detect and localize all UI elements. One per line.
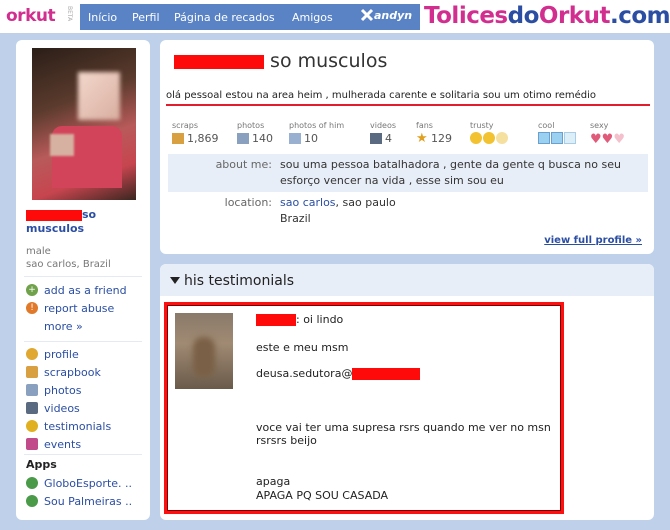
nav-amigos[interactable]: Amigos <box>292 11 333 24</box>
app-icon <box>26 477 38 489</box>
sidebar-item-events[interactable]: events <box>26 435 146 453</box>
profile-stats: scraps 1,869 photos 140 photos of him 10… <box>172 121 642 149</box>
add-friend-icon: + <box>26 284 38 296</box>
testimonial-email: deusa.sedutora@ <box>256 367 566 380</box>
smiley-icon <box>470 132 508 144</box>
photos-of-him-icon <box>289 133 301 144</box>
apps-heading: Apps <box>26 458 57 471</box>
testimonials-icon <box>26 420 38 432</box>
stat-fans[interactable]: fans ★ 129 <box>416 121 452 145</box>
scrapbook-icon <box>26 366 38 378</box>
profile-card: so musculos olá pessoal estou na area he… <box>160 40 654 254</box>
sidebar-item-testimonials[interactable]: testimonials <box>26 417 146 435</box>
profile-info: male sao carlos, Brazil <box>26 246 111 270</box>
page-title: so musculos <box>174 50 387 72</box>
stat-cool: cool <box>538 121 576 144</box>
more-link[interactable]: more » <box>26 317 146 335</box>
sidebar-item-videos[interactable]: videos <box>26 399 146 417</box>
add-friend-link[interactable]: + add as a friend <box>26 281 146 299</box>
profile-name[interactable]: so musculos <box>26 208 146 236</box>
testimonial-text: este e meu msm <box>256 341 349 354</box>
stat-sexy: sexy ♥ ♥ ♥ <box>590 121 625 147</box>
report-abuse-link[interactable]: ! report abuse <box>26 299 146 317</box>
testimonial-apaga: apaga <box>256 475 291 488</box>
apps-list: GloboEsporte. .. Sou Palmeiras .. <box>26 474 146 510</box>
collapse-arrow-icon[interactable] <box>170 277 180 285</box>
top-bar: orkut BETA Início Perfil Página de recad… <box>0 0 670 34</box>
stat-videos[interactable]: videos 4 <box>370 121 396 145</box>
orkut-logo[interactable]: orkut <box>6 6 56 26</box>
nav-inicio[interactable]: Início <box>88 11 117 24</box>
watermark: TolicesdoOrkut.com <box>424 3 670 29</box>
sidebar-item-profile[interactable]: profile <box>26 345 146 363</box>
profile-icon <box>26 348 38 360</box>
profile-details: about me: sou uma pessoa batalhadora , g… <box>168 154 648 230</box>
stat-trusty: trusty <box>470 121 508 144</box>
report-abuse-icon: ! <box>26 302 38 314</box>
beta-label: BETA <box>66 6 73 22</box>
stat-photos[interactable]: photos 140 <box>237 121 273 145</box>
stat-photos-of-him[interactable]: photos of him 10 <box>289 121 344 145</box>
testimonial-casada: APAGA PQ SOU CASADA <box>256 489 389 502</box>
app-icon <box>26 495 38 507</box>
videos-icon <box>26 402 38 414</box>
location-city-link[interactable]: sao carlos <box>280 196 336 209</box>
left-sidebar: so musculos male sao carlos, Brazil + ad… <box>16 40 150 520</box>
ice-icon <box>538 132 576 144</box>
location-row: location: sao carlos, sao paulo Brazil <box>224 196 396 225</box>
view-full-profile-link[interactable]: view full profile » <box>544 235 642 246</box>
testimonials-card: his testimonials : oi lindo este e meu m… <box>160 264 654 520</box>
photos-icon <box>237 133 249 144</box>
sidebar-item-photos[interactable]: photos <box>26 381 146 399</box>
testimonials-header[interactable]: his testimonials <box>160 264 654 296</box>
app-sou-palmeiras[interactable]: Sou Palmeiras .. <box>26 492 146 510</box>
profile-photo[interactable] <box>32 48 136 200</box>
sidebar-item-scrapbook[interactable]: scrapbook <box>26 363 146 381</box>
testimonial-author-line: : oi lindo <box>256 313 566 326</box>
action-list: + add as a friend ! report abuse more » <box>26 281 146 335</box>
photos-icon <box>26 384 38 396</box>
status-message: olá pessoal estou na area heim , mulhera… <box>166 90 650 106</box>
star-icon: ★ <box>416 131 428 146</box>
testimonial-item: : oi lindo este e meu msm deusa.sedutora… <box>164 302 564 514</box>
about-row: about me: sou uma pessoa batalhadora , g… <box>168 154 648 192</box>
username[interactable]: andyn <box>374 9 412 22</box>
author-link[interactable] <box>256 314 296 326</box>
testimonial-avatar[interactable] <box>175 313 233 389</box>
events-icon <box>26 438 38 450</box>
x-icon <box>360 8 374 22</box>
videos-icon <box>370 133 382 144</box>
testimonial-message: voce vai ter uma supresa rsrs quando me … <box>256 421 551 447</box>
nav-pagina-recados[interactable]: Página de recados <box>174 11 275 24</box>
profile-links: profile scrapbook photos videos testimon… <box>26 345 146 453</box>
app-globoesporte[interactable]: GloboEsporte. .. <box>26 474 146 492</box>
heart-icon: ♥ ♥ ♥ <box>590 132 625 147</box>
scraps-icon <box>172 133 184 144</box>
nav-perfil[interactable]: Perfil <box>132 11 160 24</box>
stat-scraps[interactable]: scraps 1,869 <box>172 121 219 145</box>
